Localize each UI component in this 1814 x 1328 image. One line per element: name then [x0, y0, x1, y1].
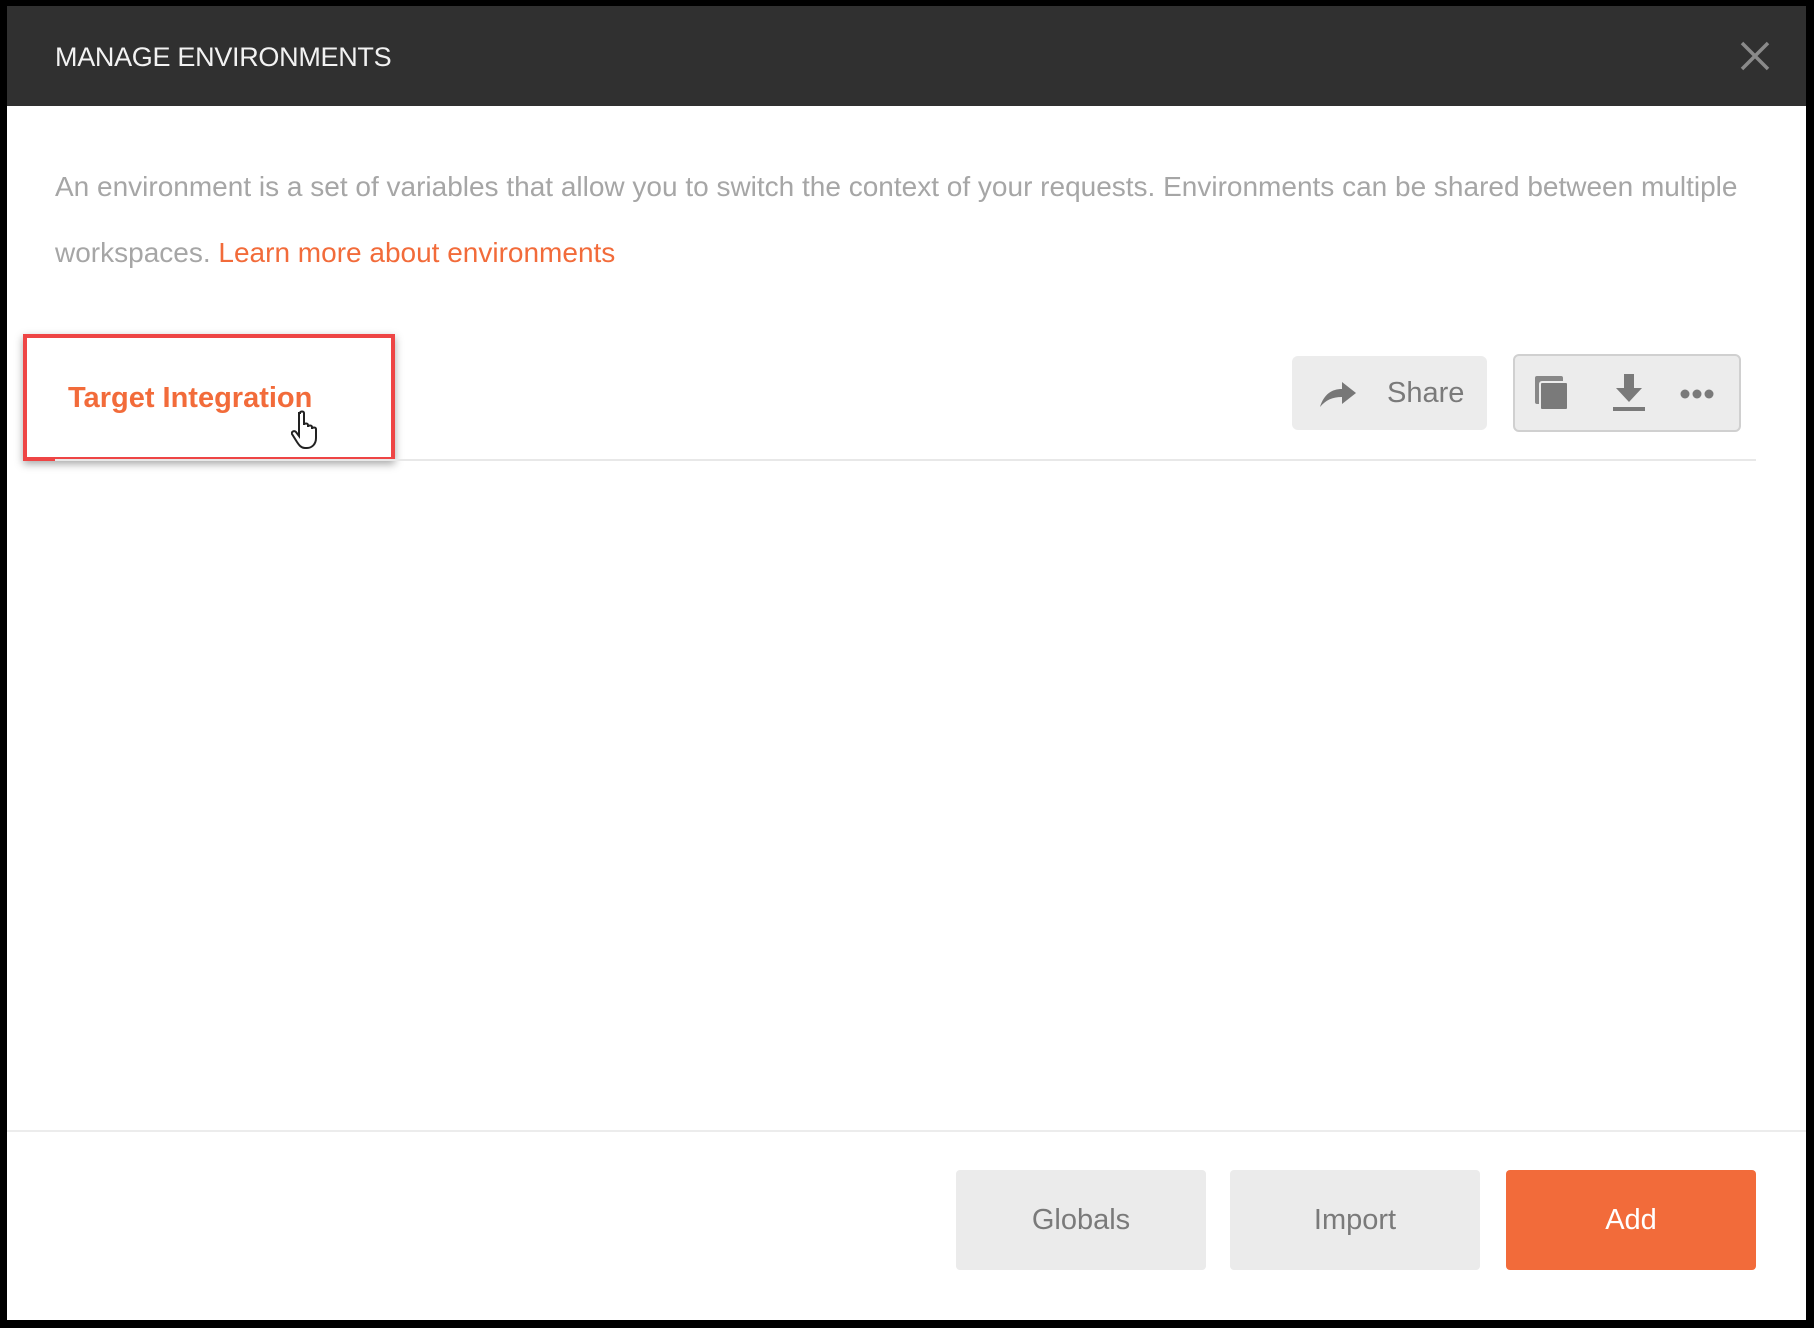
close-icon[interactable] — [1739, 40, 1771, 72]
dialog-title: MANAGE ENVIRONMENTS — [55, 42, 392, 72]
more-icon[interactable] — [1675, 374, 1719, 414]
globals-button[interactable]: Globals — [956, 1170, 1206, 1270]
import-button[interactable]: Import — [1230, 1170, 1480, 1270]
manage-environments-dialog: MANAGE ENVIRONMENTS An environment is a … — [7, 6, 1806, 1320]
footer-divider — [7, 1130, 1806, 1132]
share-label: Share — [1387, 377, 1465, 409]
share-button[interactable]: Share — [1292, 356, 1487, 430]
hand-cursor-icon — [290, 410, 321, 455]
duplicate-icon[interactable] — [1529, 374, 1573, 414]
environment-actions-group — [1513, 354, 1741, 432]
environment-item-target-integration[interactable]: Target Integration — [68, 382, 312, 415]
download-icon[interactable] — [1607, 374, 1651, 414]
add-button[interactable]: Add — [1506, 1170, 1756, 1270]
list-divider — [55, 459, 1756, 461]
dialog-header: MANAGE ENVIRONMENTS — [7, 6, 1806, 106]
share-arrow-icon — [1320, 382, 1356, 407]
dialog-description: An environment is a set of variables tha… — [55, 154, 1755, 286]
learn-more-link[interactable]: Learn more about environments — [218, 237, 615, 268]
